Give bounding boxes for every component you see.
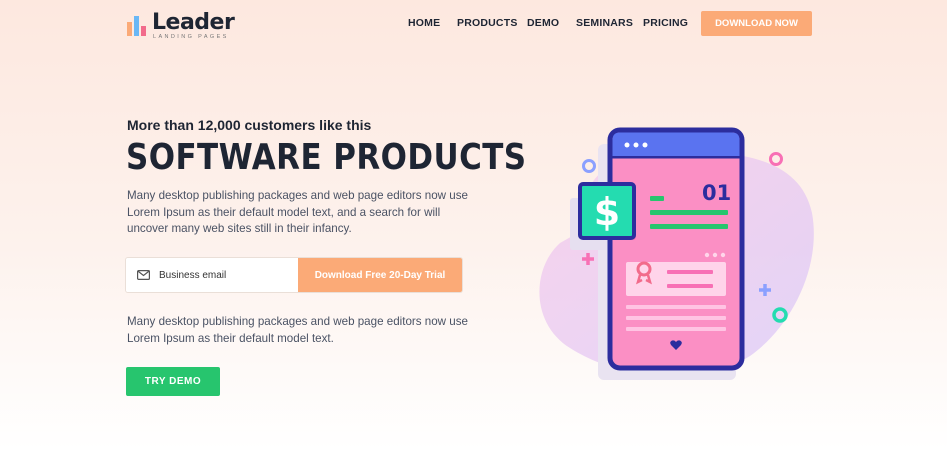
mail-icon	[137, 270, 150, 280]
nav-item-home[interactable]: HOME	[408, 17, 440, 29]
email-field-wrapper	[126, 258, 298, 292]
nav-item-demo[interactable]: DEMO	[527, 17, 559, 29]
hero-eyebrow: More than 12,000 customers like this	[127, 117, 372, 133]
business-email-input[interactable]	[159, 269, 289, 281]
try-demo-button[interactable]: TRY DEMO	[126, 367, 220, 396]
decor-circle-pink	[769, 152, 783, 166]
secondary-description: Many desktop publishing packages and web…	[127, 315, 468, 345]
brand-tagline: LANDING PAGES	[153, 34, 229, 40]
phone-body	[607, 127, 745, 371]
phone-topbar	[612, 132, 740, 156]
nav-item-products[interactable]: PRODUCTS	[457, 17, 518, 29]
download-trial-button[interactable]: Download Free 20-Day Trial	[298, 258, 462, 292]
top-navigation: Leader LANDING PAGES HOME PRODUCTS DEMO …	[0, 0, 947, 48]
phone-illustration: 01 $	[539, 127, 814, 380]
dollar-card-icon: $	[578, 182, 636, 240]
nav-item-pricing[interactable]: PRICING	[643, 17, 688, 29]
hero-description: Many desktop publishing packages and web…	[127, 189, 468, 235]
decor-circle-blue	[582, 159, 596, 173]
certificate-card	[626, 262, 726, 296]
download-now-button[interactable]: DOWNLOAD NOW	[701, 11, 812, 36]
svg-text:$: $	[594, 190, 620, 234]
phone-number-label: 01	[702, 181, 731, 205]
nav-item-seminars[interactable]: SEMINARS	[576, 17, 633, 29]
hero-headline: SOFTWARE PRODUCTS	[126, 137, 527, 178]
signup-form: Download Free 20-Day Trial	[126, 258, 462, 292]
